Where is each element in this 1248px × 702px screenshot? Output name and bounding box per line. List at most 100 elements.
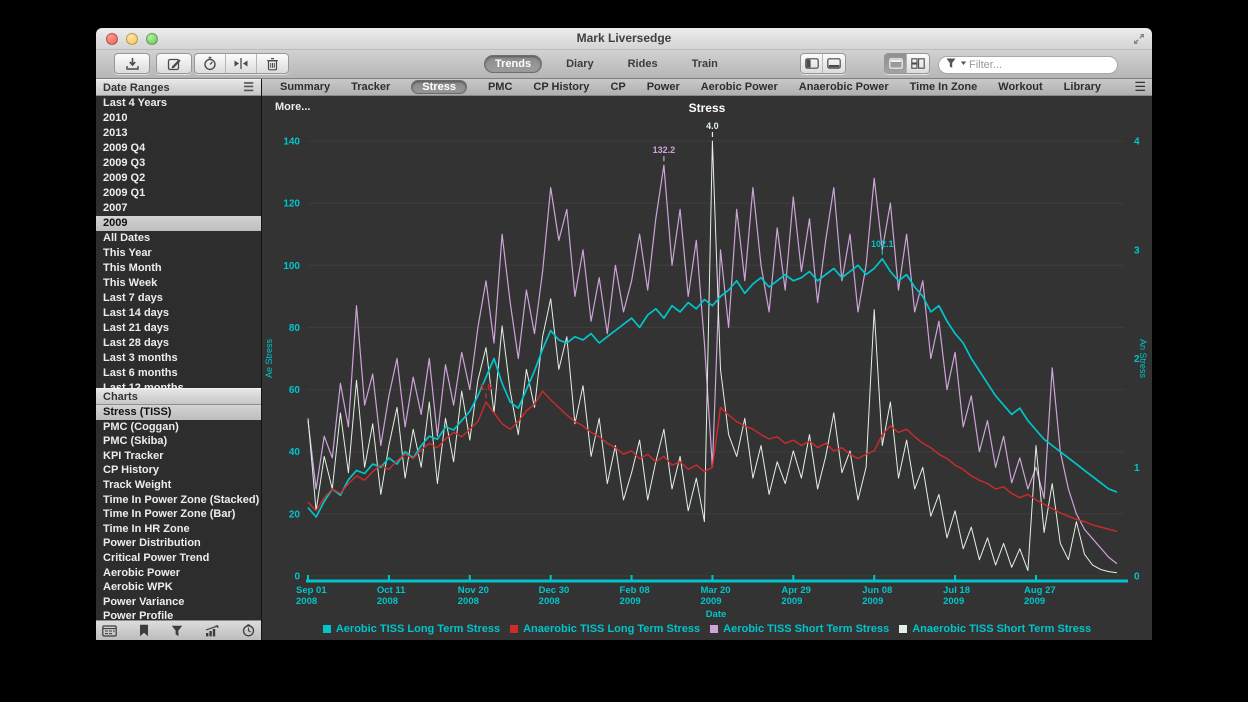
date-range-item[interactable]: 2009 Q1 bbox=[96, 186, 261, 201]
date-ranges-list: Last 4 Years201020132009 Q42009 Q32009 Q… bbox=[96, 96, 261, 388]
tab-anaerobic-power[interactable]: Anaerobic Power bbox=[799, 81, 889, 93]
view-rides[interactable]: Rides bbox=[618, 56, 668, 72]
chart-list-item[interactable]: Aerobic WPK bbox=[96, 580, 261, 595]
intervals-button[interactable] bbox=[195, 54, 226, 73]
date-range-item[interactable]: 2009 Q4 bbox=[96, 141, 261, 156]
tab-cp[interactable]: CP bbox=[610, 81, 625, 93]
date-ranges-menu-icon[interactable]: ☰ bbox=[243, 80, 254, 95]
peak-label: 132.2 bbox=[653, 145, 676, 155]
chart-list-item[interactable]: Time In HR Zone bbox=[96, 522, 261, 537]
chart-list-item[interactable]: Power Variance bbox=[96, 595, 261, 610]
date-range-item[interactable]: Last 14 days bbox=[96, 306, 261, 321]
date-range-item[interactable]: Last 21 days bbox=[96, 321, 261, 336]
date-range-item[interactable]: All Dates bbox=[96, 231, 261, 246]
date-range-item[interactable]: Last 12 months bbox=[96, 381, 261, 388]
tab-power[interactable]: Power bbox=[647, 81, 680, 93]
fullscreen-icon[interactable] bbox=[1132, 32, 1146, 46]
legend-swatch bbox=[323, 625, 331, 633]
bookmark-icon[interactable] bbox=[139, 624, 149, 637]
tab-cp-history[interactable]: CP History bbox=[533, 81, 589, 93]
chart-list-item[interactable]: Time In Power Zone (Stacked) bbox=[96, 493, 261, 508]
split-ride-button[interactable] bbox=[226, 54, 257, 73]
chart-list-item[interactable]: KPI Tracker bbox=[96, 449, 261, 464]
date-range-item[interactable]: Last 6 months bbox=[96, 366, 261, 381]
chart-list-item[interactable]: Power Distribution bbox=[96, 536, 261, 551]
chart-list-item[interactable]: Time In Power Zone (Bar) bbox=[96, 507, 261, 522]
minimize-button[interactable] bbox=[126, 33, 138, 45]
tiled-view-button[interactable] bbox=[907, 54, 929, 73]
date-range-item[interactable]: 2009 Q2 bbox=[96, 171, 261, 186]
stopwatch-icon bbox=[203, 56, 217, 71]
x-axis-tick-label: Jun 082009 bbox=[862, 585, 892, 607]
gridlines: 14012010080604020043210 bbox=[283, 137, 1140, 583]
bottombar-toggle-button[interactable] bbox=[823, 54, 845, 73]
legend-label: Aerobic TISS Long Term Stress bbox=[336, 623, 500, 635]
chart-list-item[interactable]: CP History bbox=[96, 463, 261, 478]
filter-funnel-icon[interactable] bbox=[946, 58, 967, 69]
download-button[interactable] bbox=[114, 53, 150, 74]
chart-list-item[interactable]: Track Weight bbox=[96, 478, 261, 493]
ride-actions-group bbox=[194, 53, 289, 74]
clock-icon[interactable] bbox=[242, 624, 255, 637]
chart-list-item[interactable]: Stress (TISS) bbox=[96, 405, 261, 420]
delete-button[interactable] bbox=[257, 54, 288, 73]
view-trends[interactable]: Trends bbox=[484, 55, 542, 73]
legend-item[interactable]: Anaerobic TISS Long Term Stress bbox=[510, 623, 700, 635]
date-range-item[interactable]: Last 28 days bbox=[96, 336, 261, 351]
filter-field-wrap bbox=[938, 55, 1118, 73]
tab-library[interactable]: Library bbox=[1064, 81, 1101, 93]
bar-chart-icon[interactable] bbox=[205, 625, 220, 637]
view-diary[interactable]: Diary bbox=[556, 56, 604, 72]
chart-list-item[interactable]: Critical Power Trend bbox=[96, 551, 261, 566]
date-range-item[interactable]: This Month bbox=[96, 261, 261, 276]
funnel-icon[interactable] bbox=[171, 625, 183, 637]
sidebar-toggle-button[interactable] bbox=[801, 54, 823, 73]
date-range-item[interactable]: 2009 bbox=[96, 216, 261, 231]
compose-button[interactable] bbox=[156, 53, 192, 74]
chart-list-item[interactable]: PMC (Skiba) bbox=[96, 434, 261, 449]
tab-pmc[interactable]: PMC bbox=[488, 81, 512, 93]
x-axis-tick-label: Aug 272009 bbox=[1024, 585, 1056, 607]
legend-item[interactable]: Anaerobic TISS Short Term Stress bbox=[899, 623, 1091, 635]
date-range-item[interactable]: 2010 bbox=[96, 111, 261, 126]
date-range-item[interactable]: 2007 bbox=[96, 201, 261, 216]
legend-item[interactable]: Aerobic TISS Short Term Stress bbox=[710, 623, 889, 635]
date-range-item[interactable]: This Week bbox=[96, 276, 261, 291]
x-axis-tick-label: Nov 202008 bbox=[458, 585, 489, 607]
panel-bottom-icon bbox=[827, 58, 841, 69]
main-area: Summary Tracker Stress PMC CP History CP Power… bbox=[262, 79, 1152, 640]
charts-header-label: Charts bbox=[103, 389, 138, 404]
date-range-item[interactable]: 2009 Q3 bbox=[96, 156, 261, 171]
date-ranges-header-label: Date Ranges bbox=[103, 80, 170, 95]
date-range-item[interactable]: Last 4 Years bbox=[96, 96, 261, 111]
x-axis-tick-label: Mar 202009 bbox=[700, 585, 730, 607]
tab-workout[interactable]: Workout bbox=[998, 81, 1042, 93]
chart-list-item[interactable]: PMC (Coggan) bbox=[96, 420, 261, 435]
left-axis-tick: 100 bbox=[283, 261, 300, 272]
x-axis-tick-label: Sep 012008 bbox=[296, 585, 327, 607]
compose-icon bbox=[167, 57, 182, 71]
view-train[interactable]: Train bbox=[682, 56, 728, 72]
date-range-item[interactable]: 2013 bbox=[96, 126, 261, 141]
legend-item[interactable]: Aerobic TISS Long Term Stress bbox=[323, 623, 500, 635]
tab-time-in-zone[interactable]: Time In Zone bbox=[910, 81, 978, 93]
left-axis-tick: 140 bbox=[283, 137, 300, 148]
zoom-button[interactable] bbox=[146, 33, 158, 45]
single-view-button[interactable] bbox=[885, 54, 907, 73]
sidebar: Date Ranges ☰ Last 4 Years201020132009 Q… bbox=[96, 79, 262, 640]
panel-toggle-group bbox=[800, 53, 846, 74]
date-range-item[interactable]: Last 3 months bbox=[96, 351, 261, 366]
date-range-item[interactable]: This Year bbox=[96, 246, 261, 261]
tab-aerobic-power[interactable]: Aerobic Power bbox=[701, 81, 778, 93]
tab-stress[interactable]: Stress bbox=[411, 80, 467, 94]
tab-summary[interactable]: Summary bbox=[280, 81, 330, 93]
calendar-icon[interactable] bbox=[102, 625, 117, 637]
split-arrows-icon bbox=[233, 57, 249, 70]
tab-tracker[interactable]: Tracker bbox=[351, 81, 390, 93]
date-range-item[interactable]: Last 7 days bbox=[96, 291, 261, 306]
chart-list-item[interactable]: Aerobic Power bbox=[96, 566, 261, 581]
view-switcher: Trends Diary Rides Train bbox=[484, 55, 728, 73]
peak-label: 4.0 bbox=[706, 121, 719, 131]
tabbar-menu-icon[interactable]: ☰ bbox=[1134, 79, 1146, 95]
close-button[interactable] bbox=[106, 33, 118, 45]
